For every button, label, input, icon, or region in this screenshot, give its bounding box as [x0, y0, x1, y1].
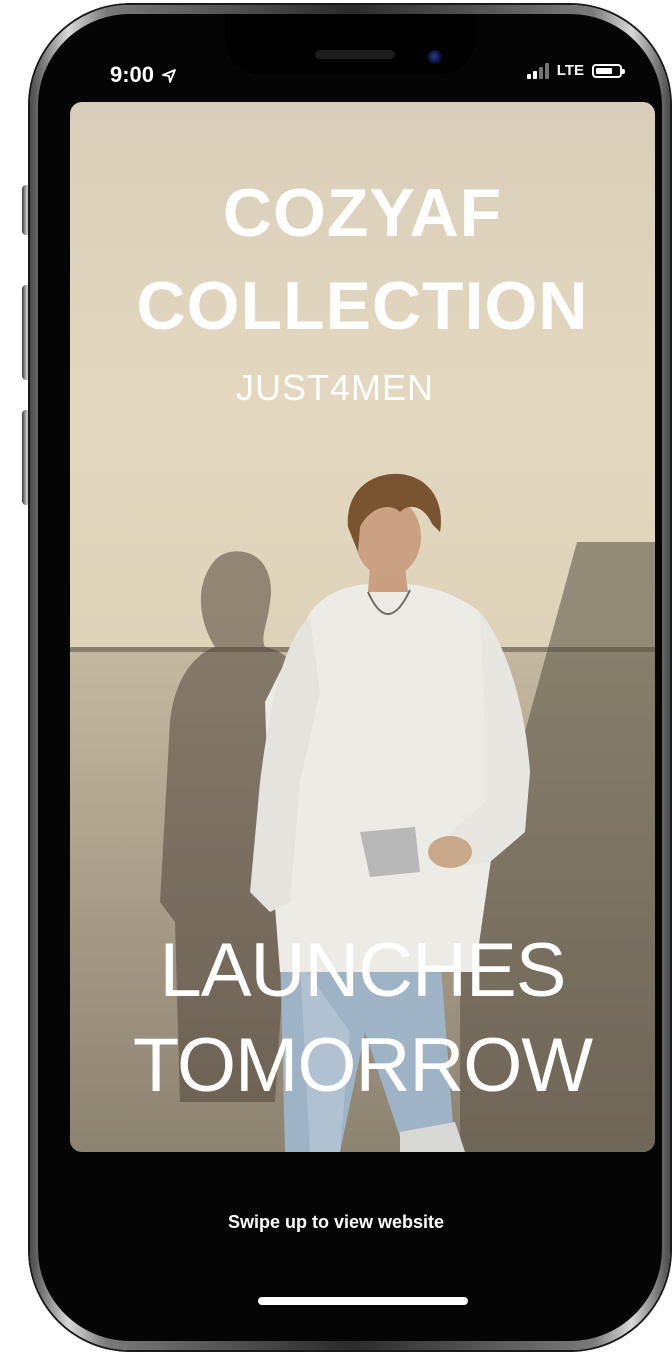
front-camera	[428, 50, 442, 64]
cellular-signal-icon	[526, 62, 549, 79]
carrier-label: LTE	[556, 62, 584, 79]
launch-text-line1: LAUNCHES	[159, 928, 567, 1013]
story-title-line1: COZYAF	[222, 175, 503, 251]
status-time: 9:00	[110, 62, 177, 88]
story-image[interactable]: COZYAF COLLECTION JUST4MEN LAUNCHES TOMO…	[70, 102, 655, 1152]
story-title-line2: COLLECTION	[136, 268, 589, 344]
earpiece-speaker	[315, 50, 395, 59]
page: 9:00 LTE COZYAF COLLECTION JUST4MEN LAUN…	[0, 0, 672, 1355]
swipe-up-link[interactable]: Swipe up to view website	[0, 1212, 672, 1233]
status-indicators: LTE	[526, 62, 625, 79]
status-time-text: 9:00	[110, 62, 155, 87]
home-indicator[interactable]	[258, 1297, 468, 1305]
battery-level	[596, 67, 612, 74]
battery-icon	[592, 63, 625, 78]
launch-text-line2: TOMORROW	[132, 1023, 593, 1108]
notch	[225, 14, 475, 74]
location-arrow-icon	[162, 69, 177, 84]
story-subtitle: JUST4MEN	[235, 367, 435, 408]
